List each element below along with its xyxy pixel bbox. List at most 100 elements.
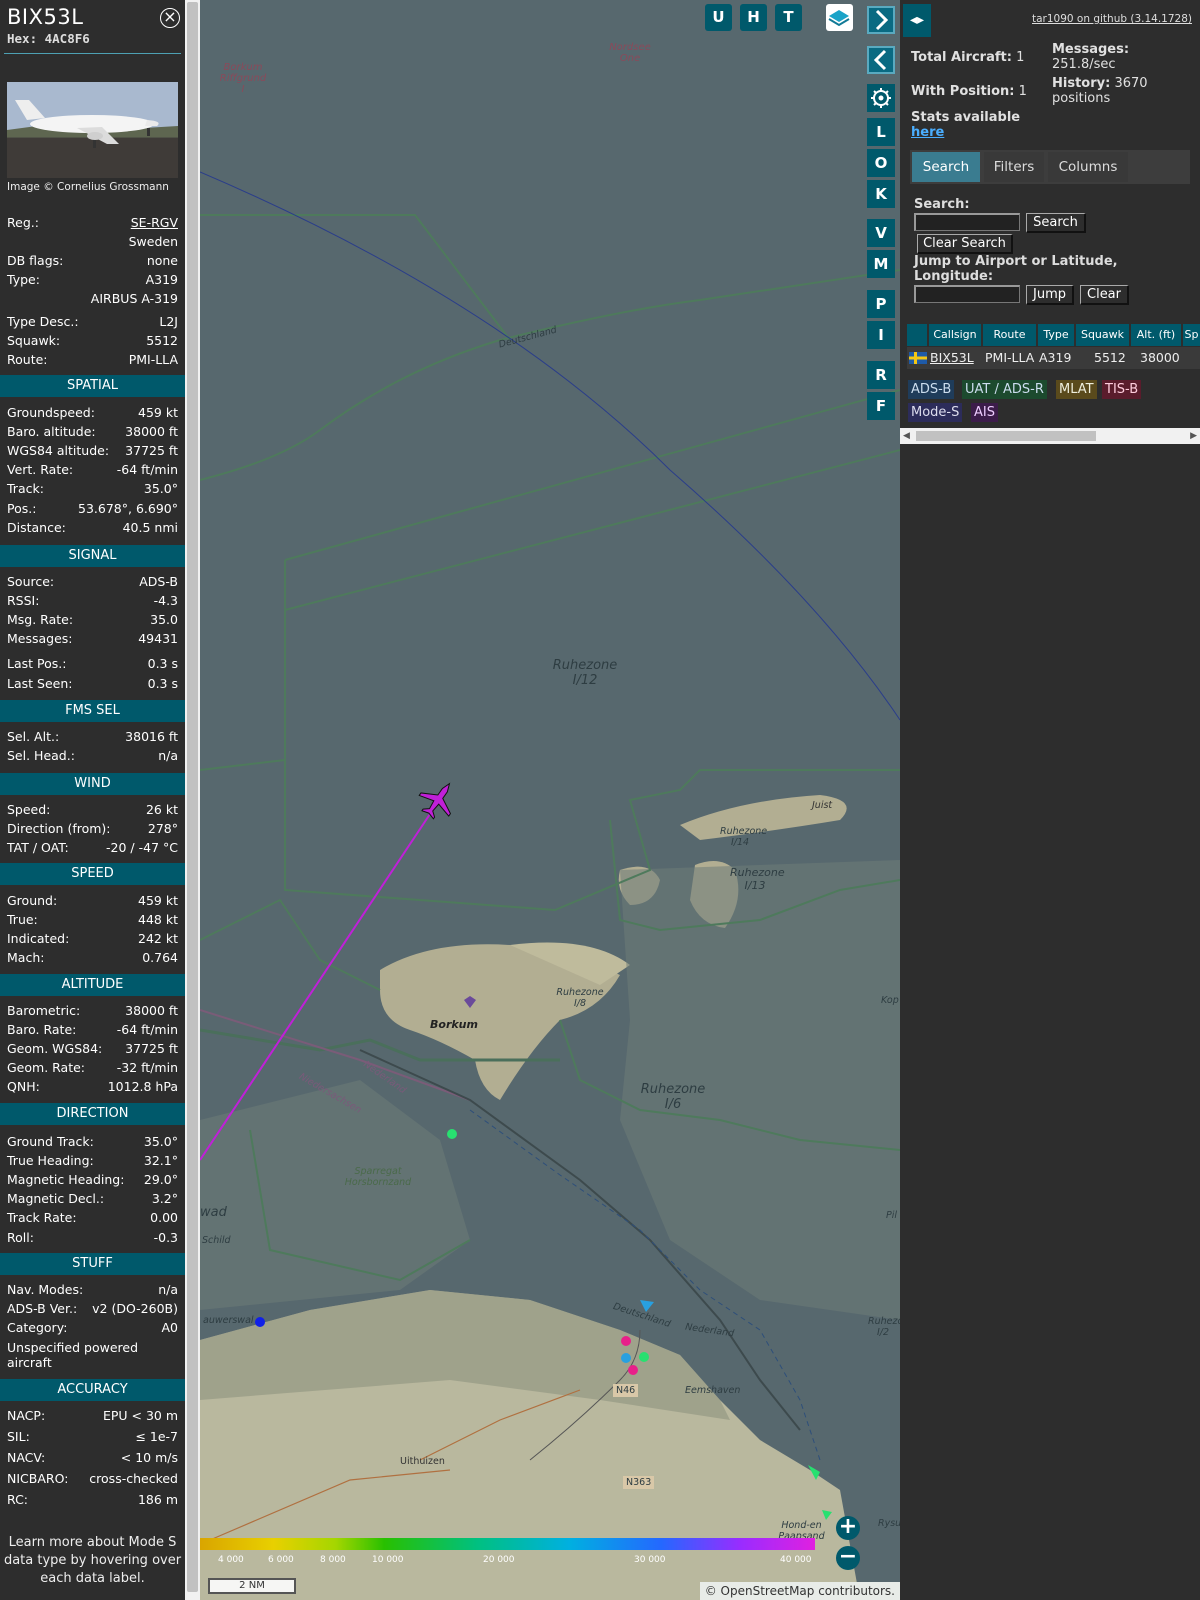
search-button[interactable]: Search	[1026, 213, 1086, 233]
stats-link[interactable]: here	[911, 125, 944, 140]
info-label: QNH:	[7, 1079, 40, 1095]
info-row: Direction (from): 278°	[7, 819, 178, 838]
map-label: Ruhezone I/6	[640, 1082, 706, 1112]
info-label: Last Seen:	[7, 675, 73, 691]
legend-tick: 10 000	[372, 1555, 404, 1565]
github-link[interactable]: tar1090 on github (3.14.1728)	[1032, 13, 1192, 25]
info-row: Ground: 459 kt	[7, 891, 178, 910]
info-label: TAT / OAT:	[7, 840, 69, 856]
aircraft-photo[interactable]	[7, 82, 178, 178]
info-label: Track Rate:	[7, 1210, 77, 1226]
chevron-left-icon[interactable]	[867, 46, 895, 74]
map-label: Sparregat Horsbornzand	[344, 1166, 412, 1188]
info-value: 278°	[147, 821, 178, 837]
map-label: Borkum Riffgrund I	[219, 62, 267, 95]
info-value[interactable]: SE-RGV	[131, 215, 178, 230]
info-value: 53.678°, 6.690°	[78, 500, 178, 516]
aircraft-list-panel: ◂▸ tar1090 on github (3.14.1728) Total A…	[900, 0, 1200, 1600]
tab-search[interactable]: Search	[912, 152, 980, 182]
info-value: 448 kt	[138, 912, 178, 928]
info-row: Geom. Rate: -32 ft/min	[7, 1058, 178, 1077]
info-value: -32 ft/min	[116, 1060, 178, 1076]
info-value: 0.3 s	[147, 675, 178, 691]
tab-filters[interactable]: Filters	[984, 152, 1044, 182]
info-label: Geom. Rate:	[7, 1060, 86, 1076]
row-type: A319	[1039, 350, 1072, 365]
info-value: 37725 ft	[125, 443, 178, 459]
toggle-m-button[interactable]: M	[867, 250, 895, 278]
gear-icon[interactable]	[867, 84, 895, 112]
clear-button[interactable]: Clear	[1080, 285, 1129, 305]
info-label: Last Pos.:	[7, 656, 67, 672]
toggle-l-button[interactable]: L	[867, 118, 895, 146]
search-input[interactable]	[914, 213, 1020, 231]
info-value: Sweden	[128, 234, 178, 250]
map-label: Ruhezone I/2	[868, 1316, 900, 1338]
toggle-k-button[interactable]: K	[867, 180, 895, 208]
info-label: Source:	[7, 574, 55, 589]
toggle-r-button[interactable]: R	[867, 361, 895, 389]
info-row: AIRBUS A-319	[7, 289, 178, 308]
expand-panel-icon[interactable]: ◂▸	[903, 4, 931, 37]
info-row: Vert. Rate: -64 ft/min	[7, 460, 178, 479]
row-callsign[interactable]: BIX53L	[930, 348, 974, 368]
info-label: Category:	[7, 1320, 68, 1336]
info-row: Source: ADS-B	[7, 572, 178, 591]
toggle-p-button[interactable]: P	[867, 290, 895, 318]
toggle-v-button[interactable]: V	[867, 219, 895, 247]
info-label: Sel. Alt.:	[7, 729, 60, 744]
info-value: -64 ft/min	[116, 1022, 178, 1038]
jump-input[interactable]	[914, 285, 1020, 303]
info-label: Ground Track:	[7, 1134, 94, 1149]
info-value: 0.00	[150, 1210, 178, 1226]
info-row: Baro. altitude: 38000 ft	[7, 422, 178, 441]
info-label: NICBARO:	[7, 1471, 69, 1486]
column-header-route[interactable]: Route	[983, 324, 1036, 346]
scrollbar-thumb[interactable]	[916, 431, 1096, 441]
scrollbar-thumb[interactable]	[187, 2, 198, 1592]
row-squawk: 5512	[1094, 350, 1126, 365]
jump-button[interactable]: Jump	[1026, 285, 1074, 305]
info-row: Groundspeed: 459 kt	[7, 403, 178, 422]
chevron-right-icon[interactable]	[867, 6, 895, 34]
info-value: < 10 m/s	[120, 1450, 178, 1465]
info-label: Distance:	[7, 519, 66, 535]
legend-tick: 8 000	[320, 1555, 346, 1565]
map-attribution[interactable]: © OpenStreetMap contributors.	[699, 1582, 900, 1600]
info-value: cross-checked	[89, 1471, 178, 1486]
legend-tick: 4 000	[218, 1555, 244, 1565]
info-value: 38000 ft	[125, 424, 178, 440]
toggle-f-button[interactable]: F	[867, 392, 895, 420]
toggle-i-button[interactable]: I	[867, 321, 895, 349]
map-view[interactable]: Borkum Riffgrund I Nordsee One Deutschla…	[200, 0, 900, 1600]
table-scrollbar[interactable]: ◀ ▶	[900, 428, 1200, 444]
clear-search-button[interactable]: Clear Search	[917, 234, 1013, 254]
toggle-h-button[interactable]: H	[740, 4, 767, 31]
close-icon[interactable]: ×	[160, 8, 180, 28]
column-header-altitude[interactable]: Alt. (ft)	[1131, 324, 1181, 346]
zoom-out-button[interactable]: −	[836, 1546, 860, 1570]
column-header-flag[interactable]	[907, 324, 927, 346]
scroll-left-icon[interactable]: ◀	[900, 428, 910, 444]
info-row: Magnetic Decl.: 3.2°	[7, 1189, 178, 1208]
info-value: 0.3 s	[147, 656, 178, 672]
info-label: Route:	[7, 351, 48, 367]
scroll-right-icon[interactable]: ▶	[1190, 428, 1197, 444]
info-label: Barometric:	[7, 1003, 81, 1018]
toggle-t-button[interactable]: T	[775, 4, 802, 31]
sidebar-scrollbar[interactable]	[185, 0, 200, 1600]
column-header-squawk[interactable]: Squawk	[1076, 324, 1129, 346]
info-row: SIL: ≤ 1e-7	[7, 1427, 178, 1446]
column-header-type[interactable]: Type	[1038, 324, 1074, 346]
info-value: 38016 ft	[125, 729, 178, 744]
toggle-o-button[interactable]: O	[867, 149, 895, 177]
map-label: Juist	[812, 800, 833, 811]
info-row: RC: 186 m	[7, 1490, 178, 1509]
column-header-speed[interactable]: Sp	[1183, 324, 1200, 346]
layers-icon[interactable]	[826, 4, 853, 31]
tab-columns[interactable]: Columns	[1048, 152, 1128, 182]
zoom-in-button[interactable]: +	[836, 1516, 860, 1540]
column-header-callsign[interactable]: Callsign	[929, 324, 981, 346]
toggle-u-button[interactable]: U	[705, 4, 732, 31]
info-row: Indicated: 242 kt	[7, 929, 178, 948]
